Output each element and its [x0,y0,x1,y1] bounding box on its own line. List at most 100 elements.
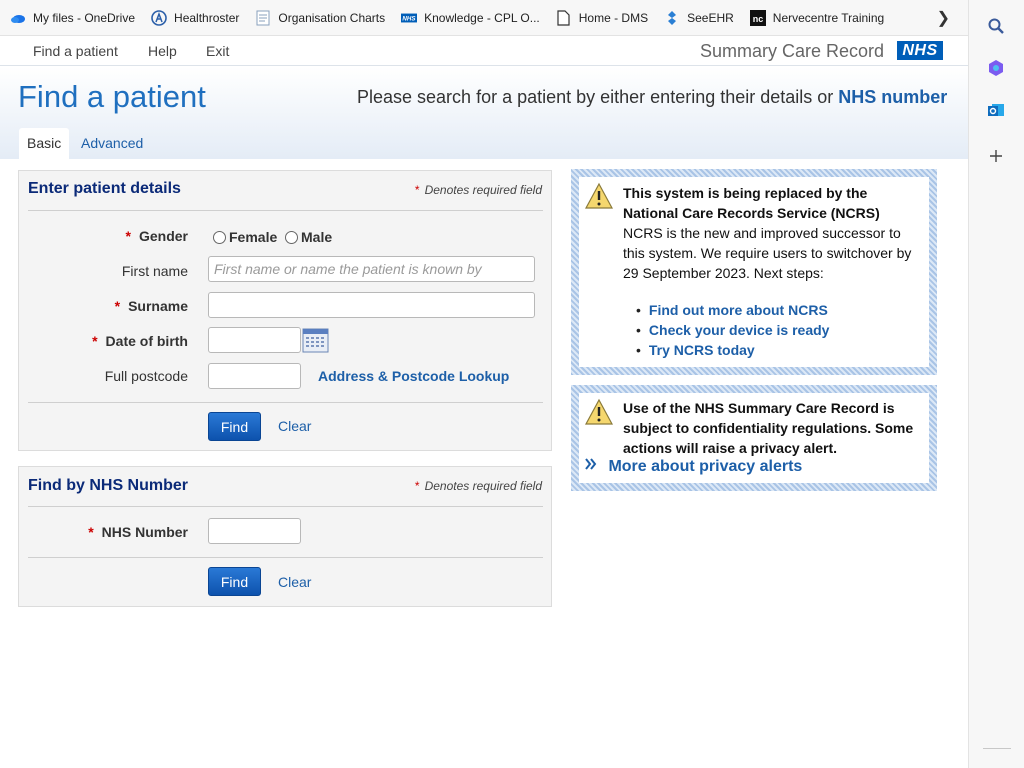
radio-circle[interactable] [213,230,226,244]
search-icon[interactable] [986,16,1006,36]
panel-title: Find by NHS Number [28,477,189,494]
bookmark-label: Knowledge - CPL O... [424,10,540,25]
tab-advanced[interactable]: Advanced [73,128,151,159]
nhs-number-label-text: NHS Number [101,524,188,540]
bookmark-healthroster[interactable]: Healthroster [151,9,240,26]
privacy-alerts-link[interactable]: More about privacy alerts [608,458,802,475]
ncrs-notice: This system is being replaced by the Nat… [571,169,937,375]
divider [28,402,543,403]
required-star: * [414,183,420,197]
address-lookup-link[interactable]: Address & Postcode Lookup [318,368,509,384]
ncrs-link-item: • Try NCRS today [636,342,755,358]
divider [28,557,543,558]
dob-label-text: Date of birth [105,333,188,349]
warning-icon [584,398,614,426]
privacy-alerts-link-row[interactable]: More about privacy alerts [584,457,802,476]
privacy-line: subject to confidentiality regulations. … [623,420,914,436]
bookmark-label: My files - OneDrive [33,10,136,25]
find-button[interactable]: Find [208,567,261,596]
required-star: * [114,298,121,314]
page-icon [556,9,572,26]
panel-title: Enter patient details [28,180,181,197]
radio-circle[interactable] [285,230,298,244]
bookmark-seeehr[interactable]: SeeEHR [664,10,734,26]
intro-text: Please search for a patient by either en… [357,87,947,108]
plus-icon[interactable] [986,146,1006,166]
bookmark-knowledge[interactable]: NHS Knowledge - CPL O... [401,10,540,26]
nav-find-patient[interactable]: Find a patient [33,43,118,59]
postcode-label: Full postcode [104,368,188,384]
bookmarks-bar: My files - OneDrive Healthroster Organis… [0,0,968,36]
calendar-icon[interactable] [302,327,329,354]
double-chevron-icon [584,458,602,475]
onedrive-cloud-icon [10,10,26,26]
bookmark-organisation-charts[interactable]: Organisation Charts [255,10,385,26]
required-star: * [88,524,94,540]
browser-sidebar [968,0,1024,768]
privacy-text: Use of the NHS Summary Care Record is su… [623,398,927,458]
ncrs-line: National Care Records Service (NCRS) [623,205,880,221]
clear-link[interactable]: Clear [278,418,311,434]
try-ncrs-link[interactable]: Try NCRS today [649,342,755,358]
first-name-input[interactable] [208,256,535,282]
privacy-line: Use of the NHS Summary Care Record is [623,400,895,416]
gender-label: * Gender [126,228,188,244]
radio-label: Female [229,229,278,245]
nhs-number-link[interactable]: NHS number [838,87,947,107]
privacy-notice: Use of the NHS Summary Care Record is su… [571,385,937,491]
nav-exit[interactable]: Exit [206,43,229,59]
notice-body: Use of the NHS Summary Care Record is su… [579,393,929,483]
copilot-icon[interactable] [986,58,1006,78]
ncrs-line: This system is being replaced by the [623,185,868,201]
svg-text:nc: nc [753,14,764,24]
ncrs-line: this system. We require users to switcho… [623,245,912,261]
bookmark-label: Healthroster [174,10,240,25]
divider [28,210,543,211]
postcode-input[interactable] [208,363,301,389]
nhs-number-input[interactable] [208,518,301,544]
ncrs-line: NCRS is the new and improved successor t… [623,225,901,241]
required-star: * [414,479,420,493]
bookmark-onedrive[interactable]: My files - OneDrive [10,10,135,26]
bullet: • [636,342,641,358]
warning-icon [584,182,614,210]
tab-basic[interactable]: Basic [19,128,69,159]
nav-help[interactable]: Help [148,43,177,59]
radio-female[interactable]: Female [213,229,277,245]
outlook-icon[interactable] [986,100,1006,120]
bookmark-label: Nervecentre Training [772,10,885,25]
radio-male[interactable]: Male [285,229,332,245]
document-icon [255,10,271,26]
healthroster-icon [151,9,167,26]
find-button[interactable]: Find [208,412,261,441]
bookmark-label: Home - DMS [578,10,649,25]
divider [28,506,543,507]
nhs-number-panel: Find by NHS Number * Denotes required fie… [18,466,552,607]
ncrs-link-item: • Find out more about NCRS [636,302,828,318]
bullet: • [636,322,641,338]
dob-input[interactable] [208,327,301,353]
bookmark-nervecentre[interactable]: nc Nervecentre Training [749,9,885,26]
page-title: Find a patient [18,79,206,114]
chevron-right-icon[interactable]: ❯ [937,8,950,28]
required-star: * [92,333,98,349]
required-note-text: Denotes required field [424,183,542,197]
gender-label-text: Gender [138,228,188,244]
clear-link[interactable]: Clear [278,574,311,590]
required-note: * Denotes required field [415,479,542,493]
bullet: • [636,302,641,318]
ncrs-line: 29 September 2023. Next steps: [623,265,824,281]
page-header: Find a patient Please search for a patie… [0,67,968,159]
surname-input[interactable] [208,292,535,318]
notice-body: This system is being replaced by the Nat… [579,177,929,367]
patient-details-panel: Enter patient details * Denotes required … [18,170,552,451]
check-device-link[interactable]: Check your device is ready [649,322,830,338]
seeehr-icon [664,10,680,26]
find-out-ncrs-link[interactable]: Find out more about NCRS [649,302,828,318]
bookmark-label: SeeEHR [687,10,734,25]
nhs-number-label: * NHS Number [88,524,188,540]
required-star: * [125,228,131,244]
ncrs-link-item: • Check your device is ready [636,322,829,338]
privacy-line: actions will raise a privacy alert. [623,440,837,456]
bookmark-home-dms[interactable]: Home - DMS [556,9,649,26]
